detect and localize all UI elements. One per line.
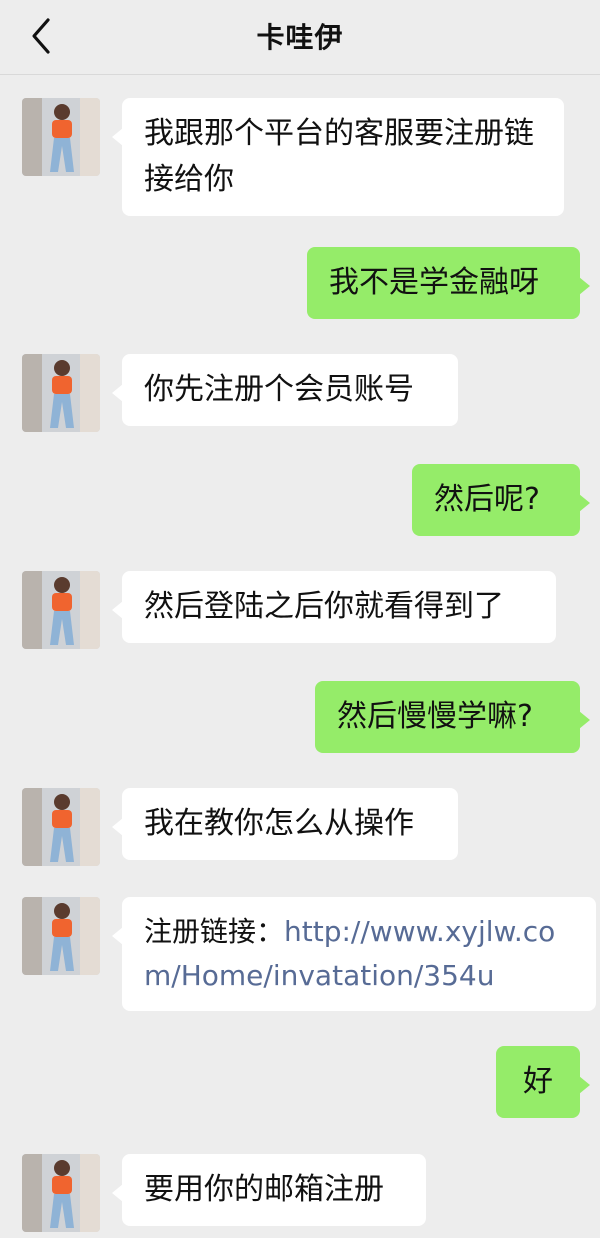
avatar-image [22,897,100,975]
message-bubble-received[interactable]: 我在教你怎么从操作 [112,788,458,860]
avatar[interactable] [22,788,100,866]
avatar[interactable] [22,897,100,975]
avatar-image [22,571,100,649]
chat-header: 卡哇伊 [0,0,600,75]
message-bubble-received[interactable]: 你先注册个会员账号 [112,354,458,426]
avatar-image [22,98,100,176]
avatar-image [22,788,100,866]
message-bubble-sent[interactable]: 然后呢? [412,464,590,536]
message-bubble-sent[interactable]: 好 [496,1046,590,1118]
avatar-image [22,1154,100,1232]
avatar[interactable] [22,571,100,649]
link-prefix: 注册链接： [144,915,285,948]
message-bubble-received[interactable]: 我跟那个平台的客服要注册链接给你 [112,98,564,216]
avatar[interactable] [22,1154,100,1232]
avatar[interactable] [22,354,100,432]
message-bubble-received-link: 注册链接：http://www.xyjlw.com/Home/invatatio… [112,897,596,1011]
chat-title: 卡哇伊 [256,21,344,54]
avatar[interactable] [22,98,100,176]
message-bubble-sent[interactable]: 我不是学金融呀 [307,247,590,319]
avatar-image [22,354,100,432]
message-bubble-received[interactable]: 要用你的邮箱注册 [112,1154,426,1226]
message-bubble-sent[interactable]: 然后慢慢学嘛? [315,681,590,753]
message-bubble-received[interactable]: 然后登陆之后你就看得到了 [112,571,556,643]
